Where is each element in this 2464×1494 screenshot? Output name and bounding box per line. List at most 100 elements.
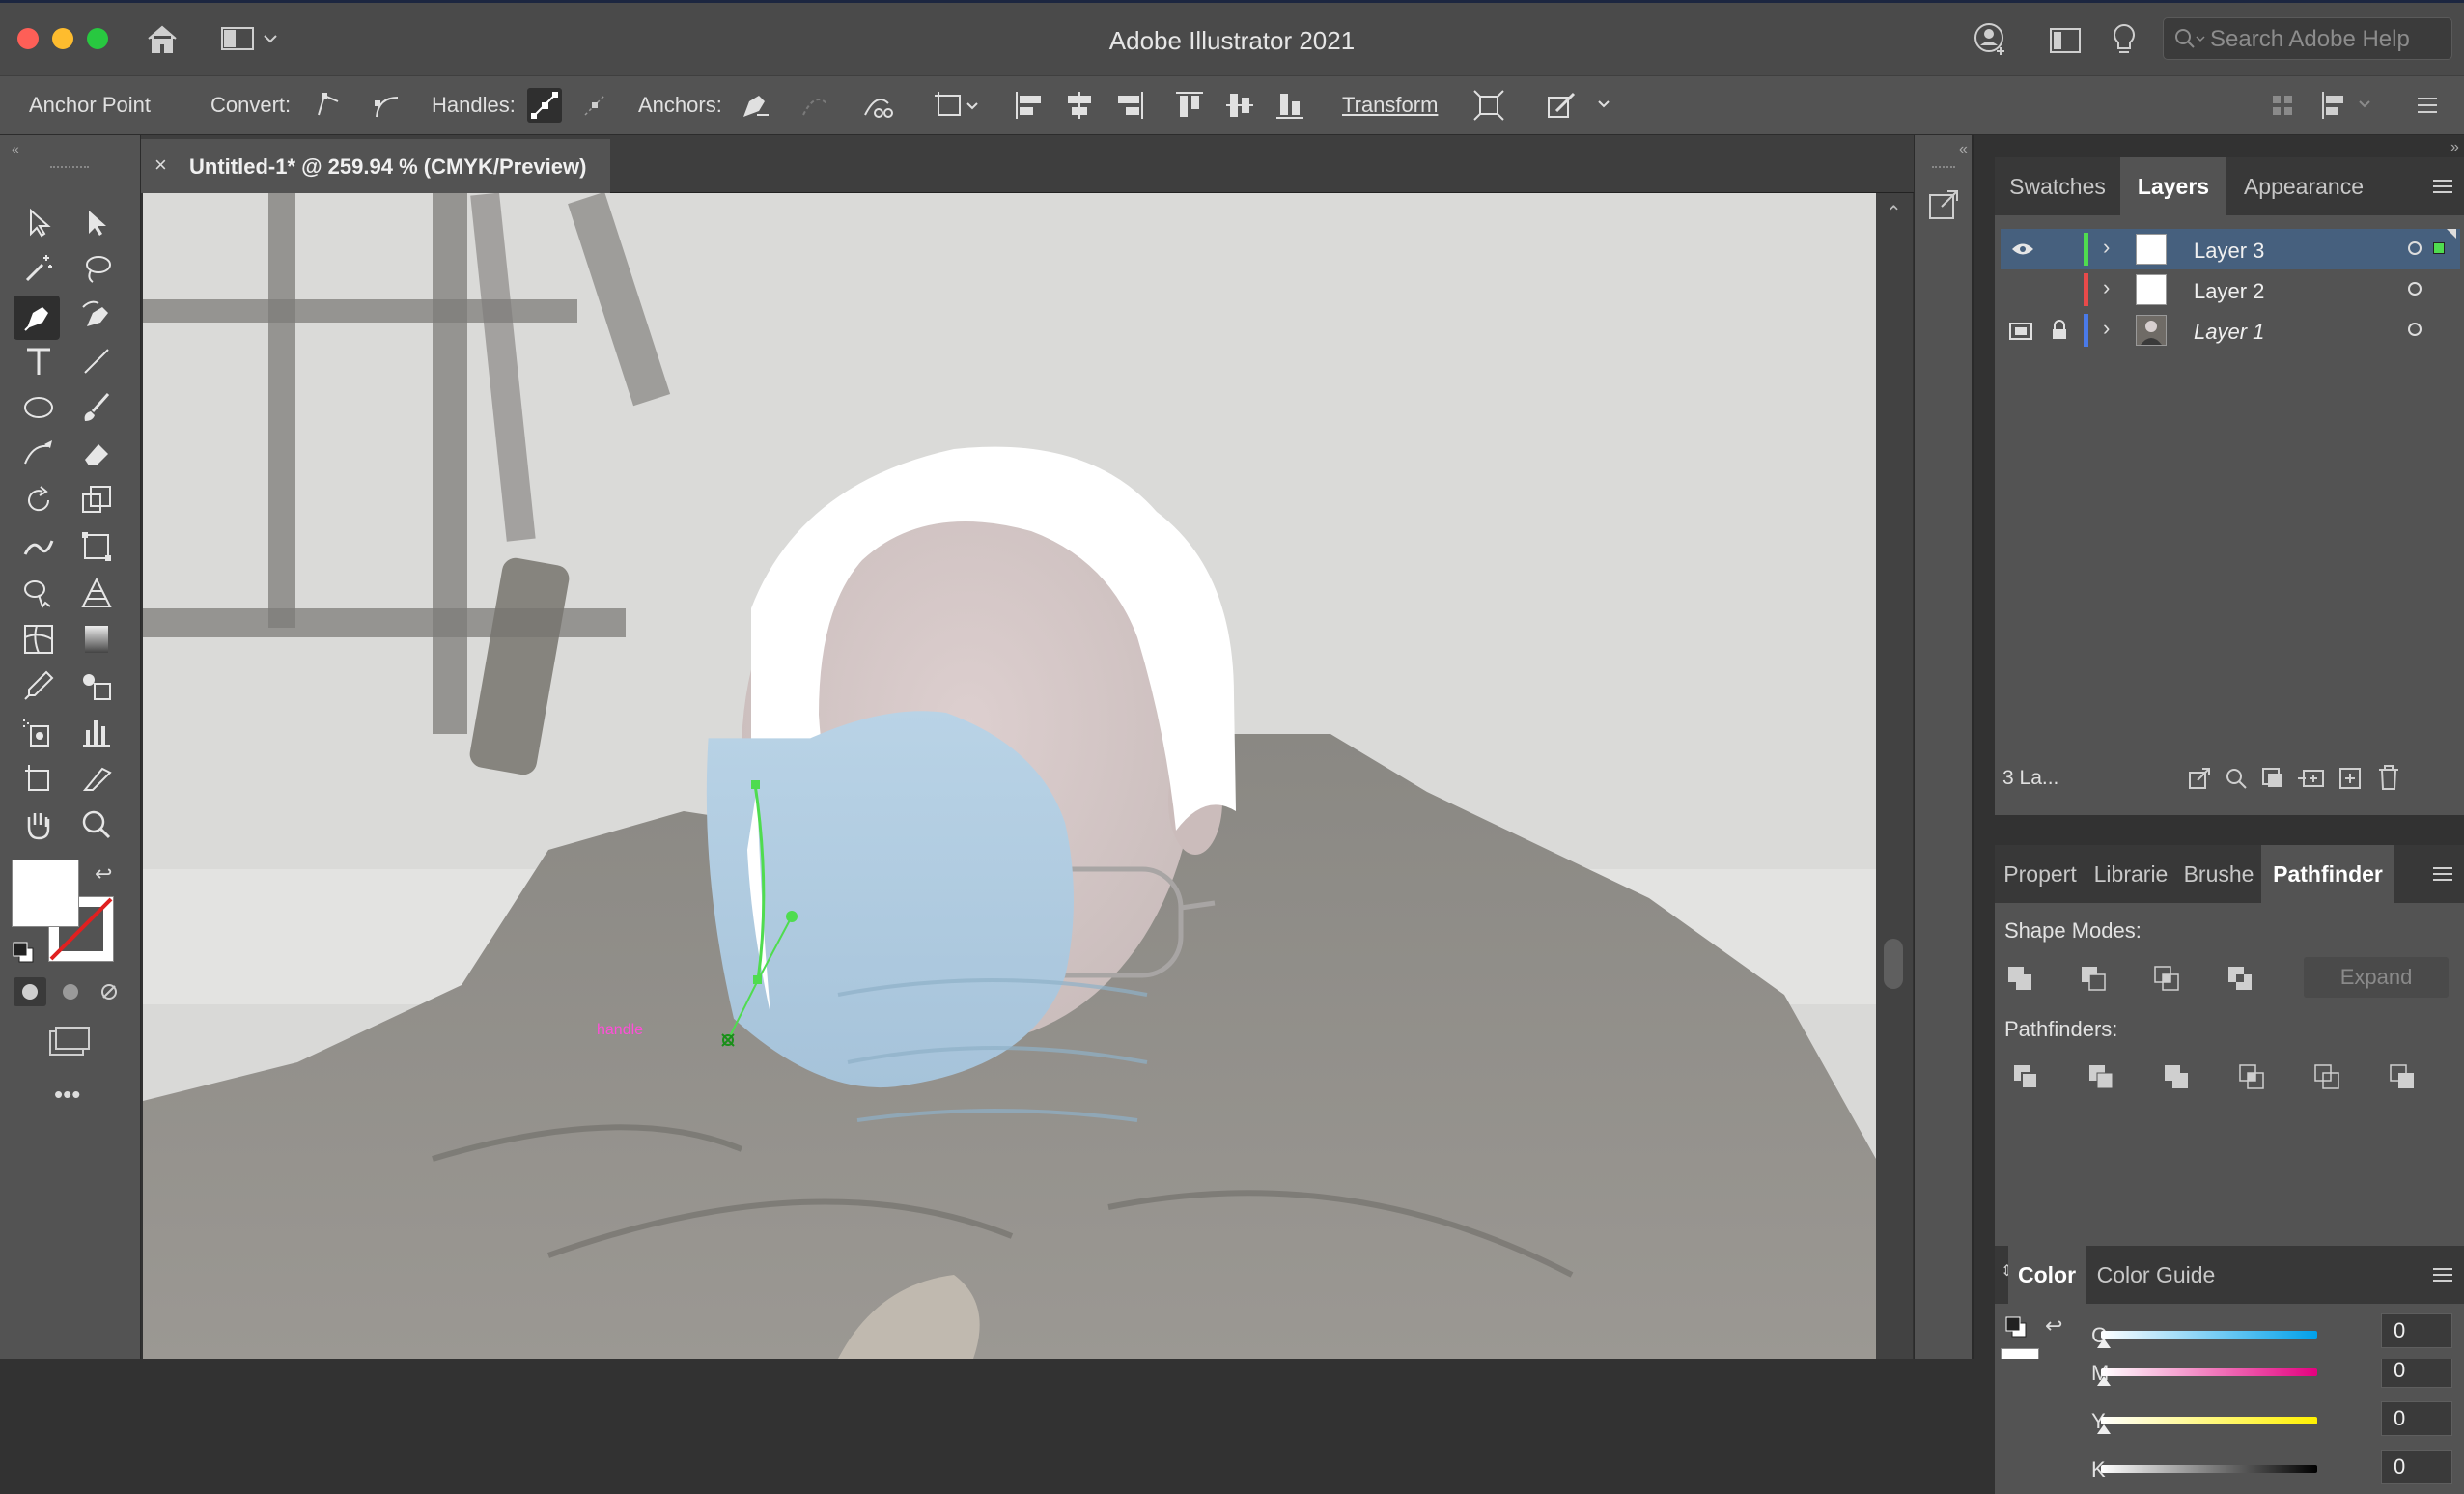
cyan-slider[interactable] (2101, 1331, 2317, 1339)
search-help-input[interactable]: Search Adobe Help (2163, 17, 2452, 60)
curvature-tool-icon[interactable] (77, 296, 116, 334)
layer-name[interactable]: Layer 3 (2194, 239, 2264, 264)
black-value-input[interactable]: 0 (2381, 1450, 2452, 1484)
fill-swatch-front[interactable] (12, 860, 79, 927)
expand-layer-icon[interactable]: › (2103, 316, 2110, 341)
lock-icon[interactable] (2051, 320, 2068, 341)
line-segment-tool-icon[interactable] (77, 342, 116, 381)
align-left-icon[interactable] (1012, 88, 1047, 123)
tab-properties[interactable]: Propert (1995, 845, 2086, 903)
slider-thumb[interactable] (2097, 1376, 2111, 1386)
cut-path-icon[interactable] (859, 88, 894, 123)
tab-brushes[interactable]: Brushe (2176, 845, 2261, 903)
trim-icon[interactable] (2086, 1061, 2116, 1092)
handle-point[interactable] (786, 911, 798, 922)
layer-row-layer-1[interactable]: › Layer 1 (2001, 310, 2460, 351)
shape-builder-tool-icon[interactable] (19, 574, 58, 612)
free-transform-tool-icon[interactable] (77, 527, 116, 566)
control-bar-menu-icon[interactable] (2410, 88, 2445, 123)
isolate-dropdown-icon[interactable] (933, 88, 987, 123)
convert-to-smooth-icon[interactable] (369, 88, 404, 123)
artboard-canvas[interactable]: handle (143, 193, 1876, 1359)
minus-front-icon[interactable] (2078, 963, 2109, 994)
color-fill-swatch[interactable] (2001, 1348, 2039, 1359)
shaper-tool-icon[interactable] (19, 435, 58, 473)
perspective-grid-tool-icon[interactable] (77, 574, 116, 612)
scroll-thumb[interactable] (1884, 939, 1903, 989)
zoom-tool-icon[interactable] (77, 805, 116, 844)
scroll-up-icon[interactable]: ⌃ (1886, 201, 1902, 225)
color-mode-icon[interactable] (14, 977, 46, 1006)
slice-tool-icon[interactable] (77, 759, 116, 798)
layers-panel-menu-icon[interactable] (2429, 173, 2456, 200)
remove-anchor-icon[interactable] (738, 88, 772, 123)
pen-tool-icon[interactable] (14, 296, 60, 340)
yellow-slider[interactable] (2101, 1417, 2317, 1424)
color-panel-menu-icon[interactable] (2429, 1261, 2456, 1288)
black-slider[interactable] (2101, 1465, 2317, 1473)
new-layer-icon[interactable] (2337, 765, 2364, 792)
selection-tool-icon[interactable] (19, 203, 58, 241)
vertical-scrollbar[interactable]: ⌃ (1876, 193, 1913, 1359)
crop-icon[interactable] (2236, 1061, 2267, 1092)
lasso-tool-icon[interactable] (77, 249, 116, 288)
default-fill-stroke-icon[interactable] (2004, 1315, 2028, 1339)
connect-anchors-icon[interactable] (798, 88, 832, 123)
magenta-slider[interactable] (2101, 1368, 2317, 1376)
align-right-icon[interactable] (1112, 88, 1147, 123)
slider-thumb[interactable] (2097, 1424, 2111, 1434)
expand-layer-icon[interactable]: › (2103, 275, 2110, 300)
document-tab[interactable]: × Untitled-1* @ 259.94 % (CMYK/Preview) (141, 139, 610, 193)
yellow-value-input[interactable]: 0 (2381, 1401, 2452, 1436)
tab-libraries[interactable]: Librarie (2086, 845, 2176, 903)
rotate-tool-icon[interactable] (19, 481, 58, 520)
visibility-eye-icon[interactable] (2010, 240, 2035, 258)
collapse-toolbar-icon[interactable]: « (12, 141, 31, 156)
direct-selection-tool-icon[interactable] (77, 203, 116, 241)
arrange-documents-icon[interactable] (2049, 26, 2084, 55)
align-center-icon[interactable] (1062, 88, 1097, 123)
default-fill-stroke-icon[interactable] (12, 941, 35, 964)
tab-color[interactable]: Color (2008, 1246, 2086, 1304)
new-sublayer-icon[interactable] (2296, 765, 2327, 792)
puppet-warp-dropdown-icon[interactable] (1545, 88, 1614, 123)
asset-export-icon[interactable] (1924, 185, 1963, 224)
tab-appearance[interactable]: Appearance (2226, 157, 2381, 215)
merge-icon[interactable] (2161, 1061, 2192, 1092)
intersect-icon[interactable] (2151, 963, 2182, 994)
swap-fill-stroke-icon[interactable]: ↩ (2045, 1313, 2062, 1339)
magenta-value-input[interactable]: 0 (2381, 1359, 2452, 1388)
exclude-icon[interactable] (2225, 963, 2255, 994)
layer-name[interactable]: Layer 2 (2194, 279, 2264, 304)
target-circle-icon[interactable] (2408, 241, 2422, 255)
unite-icon[interactable] (2004, 963, 2035, 994)
width-tool-icon[interactable] (19, 527, 58, 566)
anchor-point[interactable] (751, 780, 760, 789)
expand-button[interactable]: Expand (2304, 957, 2449, 998)
none-mode-icon[interactable] (93, 977, 126, 1006)
discover-lightbulb-icon[interactable] (2111, 22, 2138, 57)
artboard-tool-icon[interactable] (19, 759, 58, 798)
target-circle-icon[interactable] (2408, 282, 2422, 296)
column-graph-tool-icon[interactable] (77, 713, 116, 751)
tab-pathfinder[interactable]: Pathfinder (2261, 845, 2394, 903)
cyan-value-input[interactable]: 0 (2381, 1313, 2452, 1348)
delete-layer-icon[interactable] (2375, 763, 2402, 792)
layer-row-layer-2[interactable]: › Layer 2 (2001, 269, 2460, 310)
screen-mode-icon[interactable] (44, 1024, 93, 1058)
bounding-box-icon[interactable] (1471, 88, 1506, 123)
mesh-tool-icon[interactable] (19, 620, 58, 659)
ellipse-tool-icon[interactable] (19, 388, 58, 427)
align-bottom-icon[interactable] (1273, 88, 1307, 123)
gradient-tool-icon[interactable] (77, 620, 116, 659)
anchor-point[interactable] (753, 975, 762, 984)
distribute-dropdown-icon[interactable] (2317, 88, 2379, 123)
eraser-tool-icon[interactable] (77, 435, 116, 473)
tab-layers[interactable]: Layers (2120, 157, 2226, 215)
locate-object-icon[interactable] (2223, 765, 2250, 792)
magic-wand-tool-icon[interactable] (19, 249, 58, 288)
dock-grip[interactable] (1932, 166, 1955, 172)
align-middle-icon[interactable] (1222, 88, 1257, 123)
scale-tool-icon[interactable] (77, 481, 116, 520)
tab-swatches[interactable]: Swatches (1995, 157, 2120, 215)
